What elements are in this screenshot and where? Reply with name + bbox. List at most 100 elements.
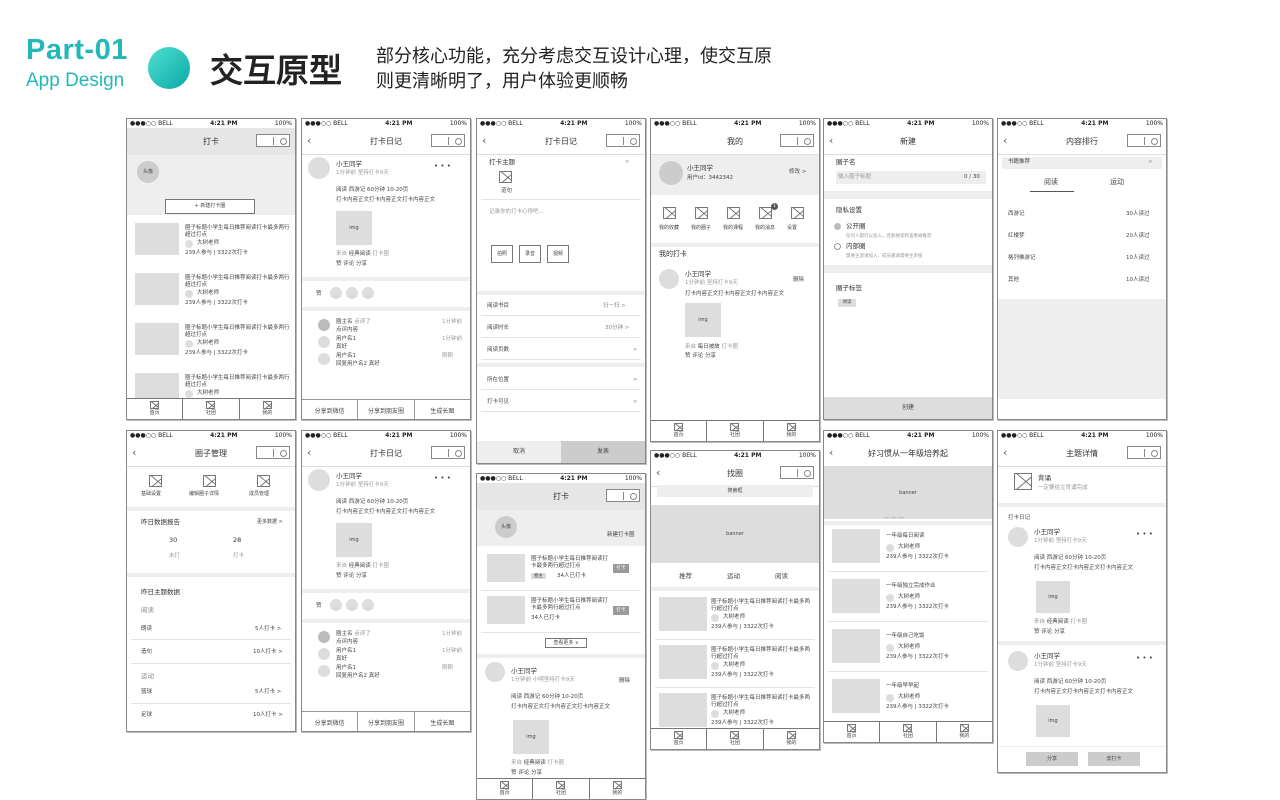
more-dots-icon[interactable]: • • • (434, 163, 451, 170)
checkin-button[interactable]: 打卡 (613, 564, 629, 573)
circle-thumb[interactable] (832, 579, 880, 613)
checkin-button[interactable]: 打卡 (613, 606, 629, 615)
post-image[interactable]: img (336, 523, 372, 557)
content-input[interactable]: 记录你的打卡心得吧... (489, 209, 544, 216)
more-dots-icon[interactable]: • • • (1136, 655, 1153, 662)
share-button[interactable]: 分享 (1026, 752, 1078, 766)
tab-home[interactable]: 首页 (127, 399, 184, 419)
see-more-button[interactable]: 查看更多 ∨ (545, 638, 587, 648)
post-image[interactable]: img (513, 720, 549, 754)
liker-avatar[interactable] (330, 287, 342, 299)
profile-icon-3[interactable] (759, 207, 772, 219)
circle-thumb[interactable] (659, 645, 707, 679)
circle-thumb[interactable] (832, 629, 880, 663)
row-value[interactable]: > (633, 399, 638, 406)
liker-avatar[interactable] (346, 599, 358, 611)
delete-link[interactable]: 删除 (619, 678, 630, 685)
tab-home[interactable]: 首页 (824, 722, 881, 742)
commenter-avatar[interactable] (318, 336, 330, 348)
back-icon[interactable]: ‹ (132, 446, 136, 459)
circle-thumb[interactable] (135, 273, 179, 305)
audio-button[interactable]: 录音 (519, 245, 541, 263)
comment-button[interactable]: 评论 (343, 573, 354, 579)
back-icon[interactable]: ‹ (829, 134, 833, 147)
tab-sports[interactable]: 运动 (1110, 179, 1124, 186)
profile-icon-2[interactable] (727, 207, 740, 219)
more-icon[interactable] (431, 134, 465, 147)
photo-button[interactable]: 拍照 (491, 245, 513, 263)
share-button[interactable]: 分享 (356, 573, 367, 579)
manage-icon-2[interactable] (257, 475, 270, 487)
more-icon[interactable] (780, 134, 814, 147)
post-image[interactable]: img (1036, 581, 1070, 613)
avatar[interactable] (659, 161, 683, 185)
row-value[interactable]: 扫一扫 > (603, 303, 626, 310)
avatar[interactable] (308, 469, 330, 491)
back-icon[interactable]: ‹ (656, 466, 660, 479)
search-input[interactable]: 搜索框 (657, 485, 813, 497)
radio-public[interactable] (834, 223, 841, 230)
tab-home[interactable]: 首页 (651, 421, 708, 441)
long-image-button[interactable]: 生成长图 (415, 400, 470, 419)
more-icon[interactable] (256, 134, 290, 147)
profile-icon-1[interactable] (695, 207, 708, 219)
row-value[interactable]: > (633, 377, 638, 384)
avatar[interactable] (485, 662, 505, 682)
circle-thumb[interactable] (832, 529, 880, 563)
commenter-avatar[interactable] (318, 319, 330, 331)
circle-thumb[interactable] (832, 679, 880, 713)
circle-thumb[interactable] (659, 693, 707, 727)
share-moments-button[interactable]: 分享到朋友圈 (358, 712, 415, 731)
more-data-link[interactable]: 更多数据 > (257, 519, 283, 526)
banner[interactable]: banner (824, 467, 992, 519)
topic-image-icon[interactable] (499, 171, 512, 183)
avatar[interactable] (308, 157, 330, 179)
tab-mine[interactable]: 我的 (240, 399, 295, 419)
tab-club[interactable]: 社团 (707, 421, 764, 441)
commenter-avatar[interactable] (318, 353, 330, 365)
back-icon[interactable]: ‹ (829, 446, 833, 459)
manage-icon-0[interactable] (149, 475, 162, 487)
chevron-right-icon[interactable]: > (625, 159, 630, 166)
share-wechat-button[interactable]: 分享到微信 (302, 712, 359, 731)
manage-icon-1[interactable] (203, 475, 216, 487)
commenter-avatar[interactable] (318, 665, 330, 677)
share-button[interactable]: 分享 (356, 261, 367, 267)
tab-0[interactable]: 推荐 (679, 573, 692, 580)
more-icon[interactable] (1127, 134, 1161, 147)
more-icon[interactable] (431, 446, 465, 459)
radio-private[interactable] (834, 243, 841, 250)
more-dots-icon[interactable]: • • • (1136, 531, 1153, 538)
row-value[interactable]: > (633, 347, 638, 354)
banner[interactable]: banner (651, 505, 819, 563)
like-button[interactable]: 赞 (336, 261, 342, 267)
back-icon[interactable]: ‹ (1003, 134, 1007, 147)
back-icon[interactable]: ‹ (307, 134, 311, 147)
more-icon[interactable] (606, 134, 640, 147)
chevron-right-icon[interactable]: > (1148, 159, 1153, 166)
avatar[interactable]: 头像 (137, 161, 159, 183)
tab-mine[interactable]: 我的 (937, 722, 992, 742)
post-image[interactable]: img (1036, 705, 1070, 737)
tab-club[interactable]: 社团 (183, 399, 240, 419)
profile-icon-4[interactable] (791, 207, 804, 219)
liker-avatar[interactable] (346, 287, 358, 299)
tab-1[interactable]: 运动 (727, 573, 740, 580)
back-icon[interactable]: ‹ (1003, 446, 1007, 459)
tab-reading[interactable]: 阅读 (1044, 179, 1058, 186)
more-icon[interactable] (606, 489, 640, 502)
avatar[interactable] (659, 269, 679, 289)
share-moments-button[interactable]: 分享到朋友圈 (358, 400, 415, 419)
video-button[interactable]: 视频 (547, 245, 569, 263)
tab-mine[interactable]: 我的 (764, 421, 819, 441)
more-dots-icon[interactable]: • • • (434, 475, 451, 482)
tab-2[interactable]: 阅读 (775, 573, 788, 580)
circle-thumb[interactable] (135, 323, 179, 355)
avatar[interactable]: 头像 (495, 516, 517, 538)
tab-club[interactable]: 社团 (533, 779, 590, 799)
circle-thumb[interactable] (659, 597, 707, 631)
cancel-button[interactable]: 取消 (477, 441, 561, 463)
create-button[interactable]: 创建 (824, 397, 992, 419)
publish-button[interactable]: 发表 (561, 441, 645, 463)
tab-club[interactable]: 社团 (880, 722, 937, 742)
